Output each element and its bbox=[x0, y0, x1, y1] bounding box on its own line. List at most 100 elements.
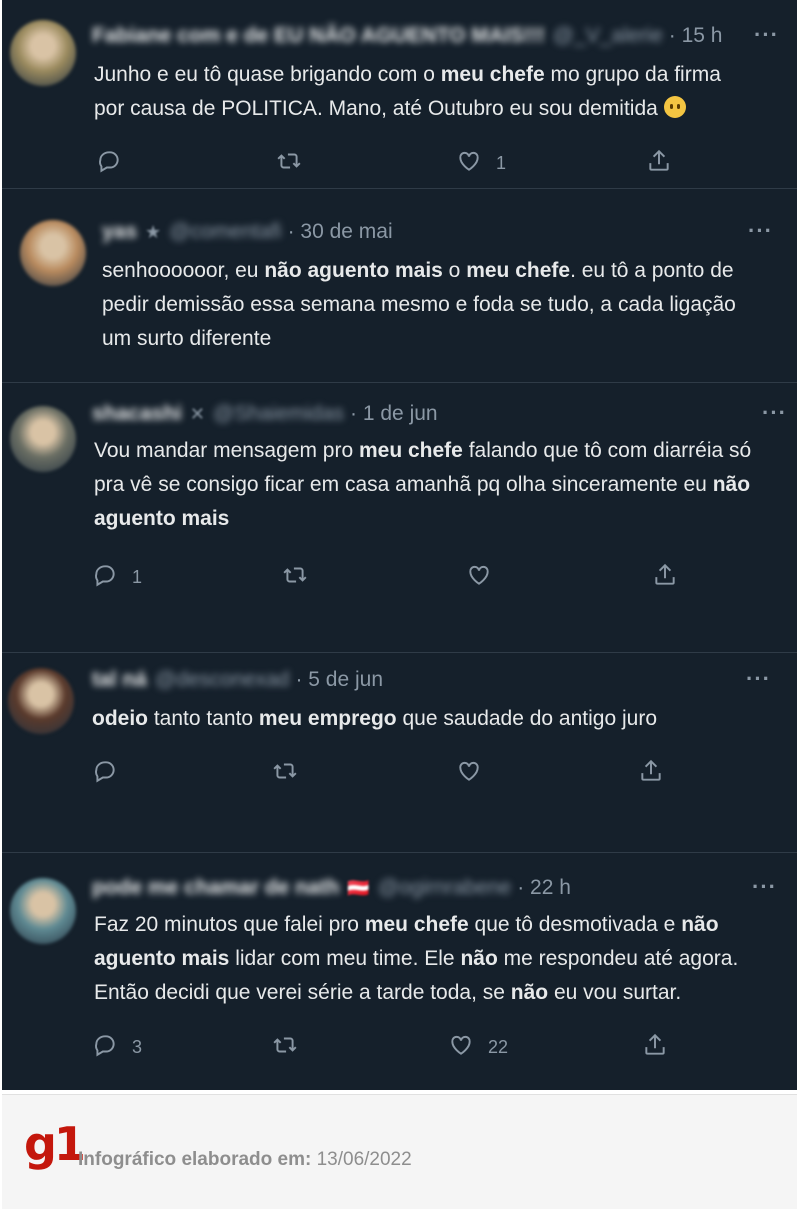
tweet-text-segment: Vou mandar mensagem pro bbox=[94, 439, 359, 462]
share-button[interactable] bbox=[646, 148, 672, 179]
avatar[interactable] bbox=[10, 406, 76, 472]
tweet-divider bbox=[2, 852, 797, 853]
tweet-text-segment: que saudade do antigo juro bbox=[396, 707, 658, 730]
reply-button[interactable] bbox=[96, 148, 122, 179]
tweet[interactable]: tal ná @desconexad · 5 de jun ··· odeio tant… bbox=[2, 660, 797, 850]
like-button[interactable]: 1 bbox=[456, 148, 506, 179]
tweet-header: pode me chamar de nath 🇦🇹 @ogirnrabene · 22… bbox=[92, 874, 571, 902]
tweet[interactable]: shacashi ✕ @Shaiemidas · 1 de jun ··· Vou man… bbox=[2, 390, 797, 587]
user-badge: ★ bbox=[145, 221, 162, 242]
tweet[interactable]: Fabiane com e de EU NÃO AGUENTO MAIS!!! @… bbox=[2, 0, 797, 190]
share-button[interactable] bbox=[652, 562, 678, 593]
tweet-header: shacashi ✕ @Shaiemidas · 1 de jun bbox=[92, 400, 438, 428]
reply-button[interactable] bbox=[92, 758, 118, 789]
reply-button[interactable]: 1 bbox=[92, 562, 142, 593]
reply-icon bbox=[96, 148, 122, 179]
tweet-text-segment: senhoooooor, eu bbox=[102, 259, 265, 282]
tweet-text: Junho e eu tô quase brigando com o meu c… bbox=[94, 58, 734, 126]
tweet-text-segment: Junho e eu tô quase brigando com o bbox=[94, 63, 441, 86]
display-name[interactable]: shacashi bbox=[92, 402, 182, 426]
user-handle[interactable]: @_V_alerie bbox=[553, 24, 663, 48]
tweet-header: Fabiane com e de EU NÃO AGUENTO MAIS!!! @… bbox=[92, 22, 722, 50]
user-handle[interactable]: @Shaiemidas bbox=[213, 402, 344, 426]
like-icon bbox=[456, 148, 482, 179]
tweet-timestamp[interactable]: · 1 de jun bbox=[350, 402, 438, 426]
neutral-face-emoji-icon bbox=[663, 96, 686, 118]
tweet-text-highlight: odeio bbox=[92, 707, 148, 730]
more-options-icon[interactable]: ··· bbox=[754, 22, 779, 48]
like-icon bbox=[466, 562, 492, 593]
tweet-divider bbox=[2, 652, 797, 653]
like-button[interactable]: 22 bbox=[448, 1032, 508, 1063]
display-name[interactable]: yas bbox=[102, 220, 137, 244]
reply-icon bbox=[92, 562, 118, 593]
share-icon bbox=[642, 1032, 668, 1063]
user-badge: ✕ bbox=[189, 403, 205, 424]
credit-date: 13/06/2022 bbox=[311, 1149, 412, 1170]
tweet-text-highlight: meu chefe bbox=[440, 63, 545, 86]
infographic-footer: g1 Infográfico elaborado em: 13/06/2022 bbox=[2, 1094, 797, 1209]
tweet-text-segment: Faz 20 minutos que falei pro bbox=[94, 913, 365, 936]
more-options-icon[interactable]: ··· bbox=[762, 400, 787, 426]
reply-button[interactable]: 3 bbox=[92, 1032, 142, 1063]
like-button[interactable] bbox=[456, 758, 482, 789]
tweet-text-segment: lidar com meu time. Ele bbox=[229, 947, 461, 970]
tweet-text: senhoooooor, eu não aguento mais o meu c… bbox=[102, 254, 762, 356]
credit-label: Infográfico elaborado em: bbox=[78, 1149, 312, 1170]
avatar[interactable] bbox=[10, 878, 76, 944]
like-button[interactable] bbox=[466, 562, 492, 593]
display-name[interactable]: pode me chamar de nath bbox=[92, 876, 339, 900]
user-handle[interactable]: @desconexad bbox=[155, 668, 290, 692]
share-icon bbox=[652, 562, 678, 593]
tweet[interactable]: yas ★ @comentafi · 30 de mai ··· senhoooooor,… bbox=[2, 196, 797, 386]
g1-logo: g1 bbox=[24, 1117, 86, 1171]
more-options-icon[interactable]: ··· bbox=[752, 874, 777, 900]
display-name[interactable]: Fabiane com e de EU NÃO AGUENTO MAIS!!! bbox=[92, 24, 545, 48]
infographic-credit: Infográfico elaborado em: 13/06/2022 bbox=[78, 1149, 412, 1171]
tweet-feed: Fabiane com e de EU NÃO AGUENTO MAIS!!! @… bbox=[2, 0, 797, 1090]
user-handle[interactable]: @comentafi bbox=[169, 220, 281, 244]
tweet-text-highlight: meu chefe bbox=[358, 439, 463, 462]
tweet-text-highlight: não aguento mais bbox=[264, 259, 443, 282]
tweet-text-highlight: meu chefe bbox=[466, 259, 571, 282]
retweet-icon bbox=[272, 1032, 298, 1063]
retweet-icon bbox=[272, 758, 298, 789]
tweet-text-highlight: não bbox=[510, 981, 549, 1004]
more-options-icon[interactable]: ··· bbox=[748, 218, 773, 244]
tweet-text: Faz 20 minutos que falei pro meu chefe q… bbox=[94, 908, 784, 1010]
tweet-timestamp[interactable]: · 15 h bbox=[669, 24, 723, 48]
like-icon bbox=[448, 1032, 474, 1063]
tweet-timestamp[interactable]: · 22 h bbox=[517, 876, 571, 900]
user-badge: 🇦🇹 bbox=[347, 877, 370, 898]
user-handle[interactable]: @ogirnrabene bbox=[378, 876, 511, 900]
reply-count: 3 bbox=[132, 1037, 143, 1057]
more-options-icon[interactable]: ··· bbox=[746, 666, 771, 692]
retweet-button[interactable] bbox=[282, 562, 308, 593]
tweet-timestamp[interactable]: · 5 de jun bbox=[295, 668, 383, 692]
tweet-text-segment: eu vou surtar. bbox=[548, 981, 682, 1004]
avatar[interactable] bbox=[8, 668, 74, 734]
retweet-button[interactable] bbox=[276, 148, 302, 179]
tweet[interactable]: pode me chamar de nath 🇦🇹 @ogirnrabene · 22… bbox=[2, 866, 797, 1057]
tweet-text-segment: tanto tanto bbox=[148, 707, 259, 730]
tweet-timestamp[interactable]: · 30 de mai bbox=[288, 220, 393, 244]
retweet-button[interactable] bbox=[272, 1032, 298, 1063]
retweet-button[interactable] bbox=[272, 758, 298, 789]
like-count: 1 bbox=[496, 153, 507, 173]
tweet-text: odeio tanto tanto meu emprego que saudad… bbox=[92, 702, 732, 736]
reply-icon bbox=[92, 758, 118, 789]
tweet-text-highlight: não bbox=[460, 947, 498, 970]
avatar[interactable] bbox=[10, 20, 76, 86]
reply-count: 1 bbox=[132, 567, 143, 587]
display-name[interactable]: tal ná bbox=[92, 668, 147, 692]
avatar[interactable] bbox=[20, 220, 86, 286]
tweet-header: tal ná @desconexad · 5 de jun bbox=[92, 666, 383, 694]
share-button[interactable] bbox=[642, 1032, 668, 1063]
share-button[interactable] bbox=[638, 758, 664, 789]
retweet-icon bbox=[282, 562, 308, 593]
tweet-text-segment: que tô desmotivada e bbox=[468, 913, 682, 936]
share-icon bbox=[646, 148, 672, 179]
retweet-icon bbox=[276, 148, 302, 179]
tweet-text-highlight: meu chefe bbox=[364, 913, 469, 936]
reply-icon bbox=[92, 1032, 118, 1063]
